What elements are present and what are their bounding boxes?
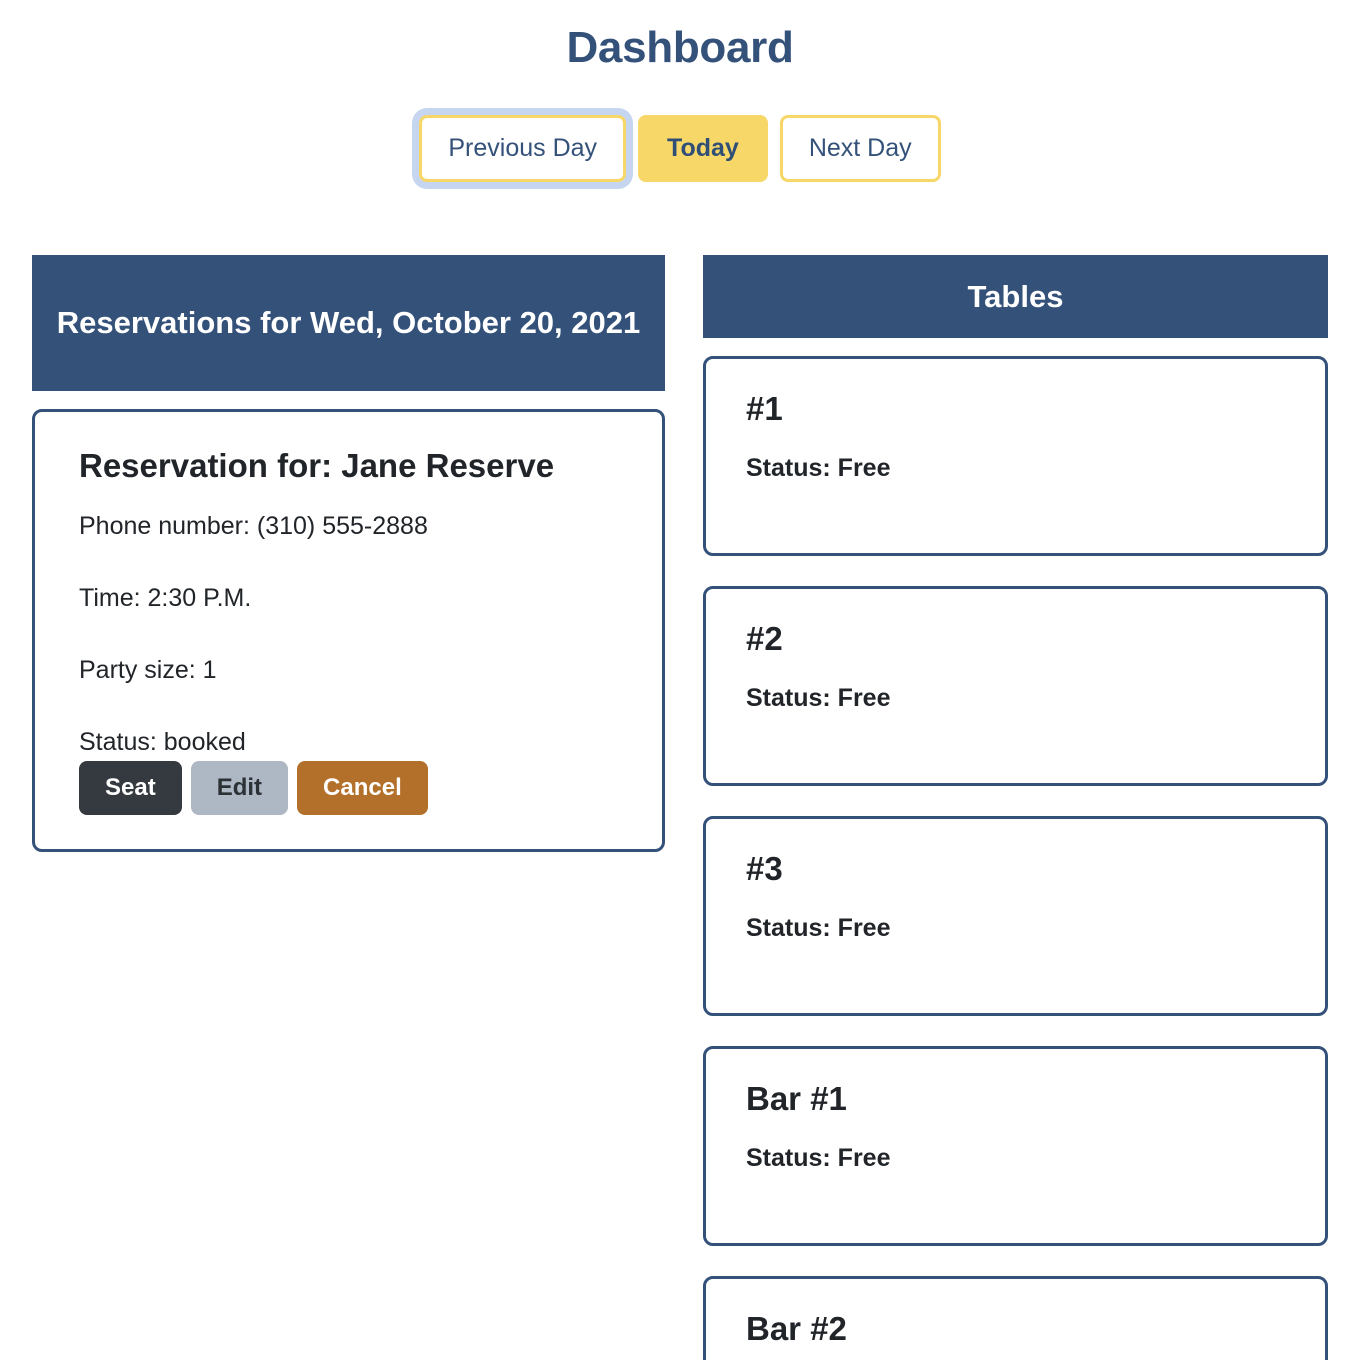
table-name: Bar #1 bbox=[746, 1080, 847, 1118]
table-name: #3 bbox=[746, 850, 783, 888]
table-name: #2 bbox=[746, 620, 783, 658]
table-card[interactable]: Bar #1 Status: Free bbox=[703, 1046, 1328, 1247]
reservations-column: Reservations for Wed, October 20, 2021 R… bbox=[32, 254, 665, 852]
table-card[interactable]: Bar #2 Status: Free bbox=[703, 1276, 1328, 1360]
table-status: Status: Free bbox=[746, 914, 891, 943]
reservation-phone: Phone number: (310) 555-2888 bbox=[79, 512, 428, 541]
table-status: Status: Free bbox=[746, 684, 891, 713]
today-button[interactable]: Today bbox=[638, 115, 768, 183]
table-card[interactable]: #1 Status: Free bbox=[703, 356, 1328, 557]
reservation-party-size: Party size: 1 bbox=[79, 656, 217, 685]
table-status: Status: Free bbox=[746, 1144, 891, 1173]
day-navigation: Previous Day Today Next Day bbox=[0, 101, 1360, 197]
reservations-panel-header: Reservations for Wed, October 20, 2021 bbox=[32, 254, 665, 391]
tables-list: #1 Status: Free #2 Status: Free #3 Statu… bbox=[703, 356, 1328, 1360]
reservation-guest-name: Reservation for: Jane Reserve bbox=[79, 446, 555, 484]
tables-panel-header: Tables bbox=[703, 254, 1328, 339]
table-card[interactable]: #2 Status: Free bbox=[703, 586, 1328, 787]
tables-column: Tables #1 Status: Free #2 Status: Free #… bbox=[703, 254, 1328, 1360]
reservation-status: Status: booked bbox=[79, 728, 246, 757]
table-status: Status: Free bbox=[746, 454, 891, 483]
edit-button[interactable]: Edit bbox=[190, 761, 289, 815]
reservation-card: Reservation for: Jane Reserve Phone numb… bbox=[32, 408, 665, 852]
table-name: Bar #2 bbox=[746, 1310, 847, 1348]
next-day-button[interactable]: Next Day bbox=[779, 115, 941, 183]
seat-button[interactable]: Seat bbox=[79, 761, 182, 815]
reservation-time: Time: 2:30 P.M. bbox=[79, 584, 252, 613]
reservation-actions: Seat Edit Cancel bbox=[79, 761, 618, 815]
page-title: Dashboard bbox=[566, 23, 794, 72]
previous-day-button[interactable]: Previous Day bbox=[419, 115, 627, 183]
table-card[interactable]: #3 Status: Free bbox=[703, 816, 1328, 1017]
dashboard-columns: Reservations for Wed, October 20, 2021 R… bbox=[0, 254, 1360, 1360]
table-name: #1 bbox=[746, 390, 783, 428]
cancel-button[interactable]: Cancel bbox=[297, 761, 428, 815]
